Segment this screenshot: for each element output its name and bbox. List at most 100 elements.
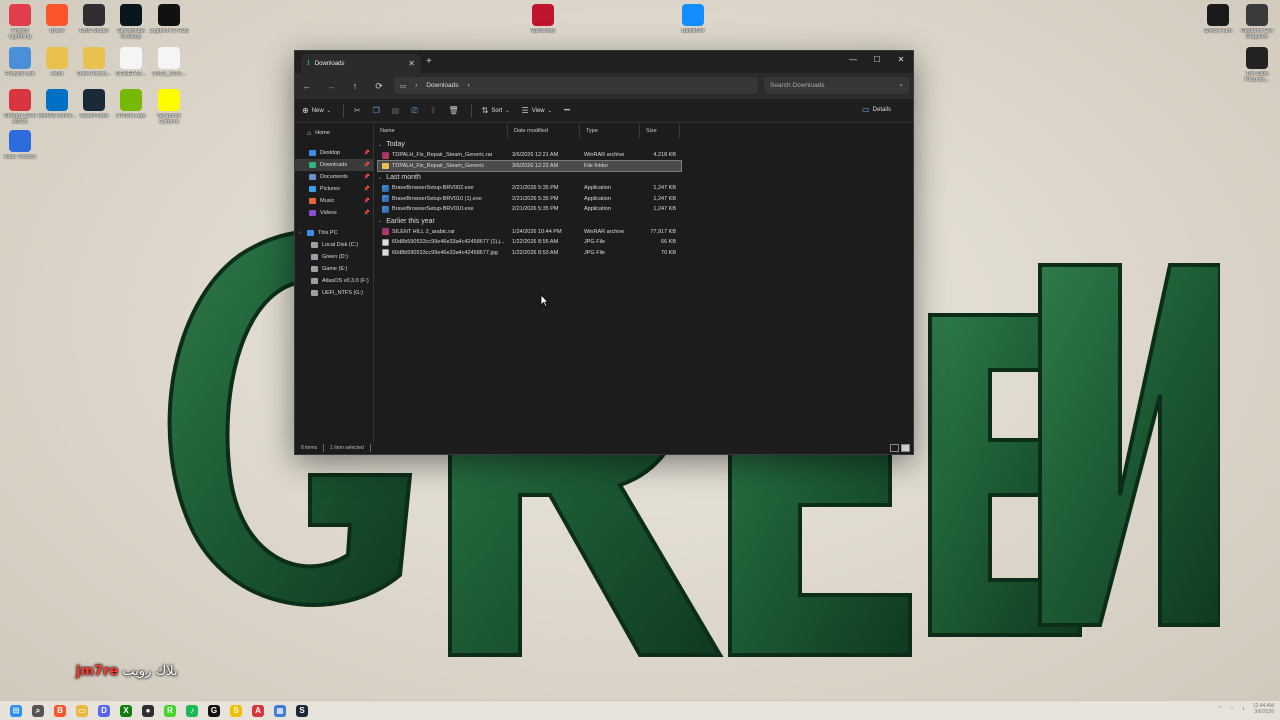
desktop-shortcut[interactable]: D3D1_SCU... [149,47,189,77]
delete-button[interactable]: 🗑 [448,106,458,115]
volume-icon[interactable]: ◖ [1242,706,1245,712]
taskbar-app[interactable]: D [96,703,112,719]
desktop-shortcut[interactable]: Recycle Bin [0,47,40,77]
desktop-shortcut[interactable]: Resident Evil Requiem [1237,4,1277,40]
copy-button[interactable]: ❐ [373,106,380,115]
taskbar-app[interactable]: ♪ [184,703,200,719]
chevron-right-icon[interactable]: › [415,82,417,89]
file-row[interactable]: BraveBrowserSetup-BRV002.exe 2/21/2026 5:… [378,183,681,194]
taskbar-app[interactable]: R [162,703,178,719]
group-header[interactable]: ⌄ Earlier this year [374,216,913,227]
file-row[interactable]: 60d8b590533cc99e46e33a4c42458677 (1).j..… [378,237,681,248]
tab-downloads[interactable]: ⭳ Downloads ✕ [301,54,421,73]
more-options-button[interactable]: ••• [564,108,570,114]
clock[interactable]: 12:44 AM 3/6/2026 [1253,703,1274,715]
taskbar-app[interactable]: ⌕ [30,703,46,719]
taskbar-app[interactable]: S [294,703,310,719]
taskbar-app[interactable]: ● [140,703,156,719]
chevron-down-icon[interactable]: ⌄ [378,142,382,148]
tiles-view-toggle[interactable] [901,444,910,452]
desktop-shortcut[interactable]: The Dark Pictures... [1237,47,1277,83]
nav-item-documents[interactable]: Documents 📌 [295,171,373,183]
group-header[interactable]: ⌄ Last month [374,172,913,183]
paste-button[interactable]: ▤ [392,106,400,115]
column-size[interactable]: Size [640,124,680,138]
close-tab-icon[interactable]: ✕ [408,59,415,68]
file-row[interactable]: SILENT HILL 2_arabic.rar 1/24/2026 10:44 … [378,227,681,238]
desktop-shortcut[interactable]: Ghost Hunt [1198,4,1238,34]
file-row[interactable]: TDPALH_Fix_Repair_Steam_Generic.rar 3/6/2… [378,150,681,161]
nav-home[interactable]: ⌂ Home [295,127,373,139]
taskbar-app[interactable]: B [52,703,68,719]
desktop-shortcut[interactable]: NVIDIA App [111,89,151,119]
desktop-shortcut[interactable]: OBS Studio [74,4,114,34]
search-input[interactable]: Search Downloads [770,82,899,89]
taskbar-app[interactable]: ▭ [74,703,90,719]
chevron-up-icon[interactable]: ^ [1219,706,1221,712]
taskbar-app[interactable]: S [228,703,244,719]
nav-drive[interactable]: AtlasOS v0.3.0 (F:) [295,275,373,287]
desktop-shortcut[interactable]: Stream Deck ASCS [0,89,40,125]
desktop-shortcut[interactable]: Brave [37,4,77,34]
details-pane-button[interactable]: ▭ Details [862,105,891,114]
share-button[interactable]: ⇪ [430,106,437,115]
nav-drive[interactable]: UEFI_NTFS (G:) [295,287,373,299]
chevron-down-icon[interactable]: › [299,230,301,236]
file-row[interactable]: BraveBrowserSetup-BRV010 (1).exe 2/21/202… [378,194,681,205]
new-tab-button[interactable]: + [426,56,432,67]
maximize-button[interactable]: ☐ [865,52,889,66]
desktop-shortcut[interactable]: Streamlabs Desktop [111,4,151,40]
chevron-down-icon[interactable]: ⌄ [378,175,382,181]
column-type[interactable]: Type [580,124,640,138]
nav-item-downloads[interactable]: Downloads 📌 [295,159,373,171]
desktop-shortcut[interactable]: SteamTools [74,89,114,119]
view-button[interactable]: ☰ View ⌄ [522,106,552,115]
nav-drive[interactable]: Game (E:) [295,263,373,275]
nav-this-pc[interactable]: › This PC [295,227,373,239]
desktop-shortcut[interactable]: BattleNet [673,4,713,34]
refresh-button[interactable]: ⟳ [367,81,391,92]
taskbar-app[interactable]: G [206,703,222,719]
desktop-shortcut[interactable]: Dark.Horizo... [74,47,114,77]
nav-item-pictures[interactable]: Pictures 📌 [295,183,373,195]
file-row[interactable]: 60d8b590533cc99e46e33a4c42458677.jpg 1/22… [378,248,681,259]
desktop-shortcut[interactable]: Snapchat Camera [149,89,189,125]
taskbar-app[interactable]: ⊞ [8,703,24,719]
nav-drive[interactable]: Local Disk (C:) [295,239,373,251]
wifi-icon[interactable]: ◠ [1229,706,1233,712]
desktop-shortcut[interactable]: ValoClose [523,4,563,34]
rename-button[interactable]: ⎚ [411,106,417,116]
nav-item-music[interactable]: Music 📌 [295,195,373,207]
chevron-right-icon[interactable]: › [468,82,470,89]
back-button[interactable]: ← [295,81,319,91]
desktop-shortcut[interactable]: DRUEPA2... [111,47,151,77]
nav-drive[interactable]: Green (D:) [295,251,373,263]
taskbar-app[interactable]: X [118,703,134,719]
chevron-down-icon[interactable]: ⌄ [378,218,382,224]
group-header[interactable]: ⌄ Today [374,139,913,150]
minimize-button[interactable]: — [841,52,865,66]
desktop-shortcut[interactable]: Project Lightning [0,4,40,40]
search-box[interactable]: Search Downloads ⌕ [764,77,909,94]
desktop-shortcut[interactable]: Atlas Toolbox [0,130,40,160]
new-button[interactable]: ⊕ New ⌄ [302,106,331,115]
desktop-shortcut[interactable]: Intel(R) Driver... [37,89,77,119]
details-view-toggle[interactable] [890,444,899,452]
nav-item-videos[interactable]: Videos 📌 [295,207,373,219]
desktop-shortcut[interactable]: Logitech G HUB [149,4,189,34]
file-row[interactable]: BraveBrowserSetup-BRV010.exe 2/21/2026 5:… [378,204,681,215]
cut-button[interactable]: ✂ [354,106,361,115]
column-name[interactable]: Name [374,124,508,138]
taskbar-app[interactable]: ▦ [272,703,288,719]
file-row[interactable]: TDPALH_Fix_Repair_Steam_Generic 3/6/2026 … [377,159,682,172]
sort-button[interactable]: ⇅ Sort ⌄ [482,106,510,115]
column-date-modified[interactable]: Date modified [508,124,580,138]
breadcrumb[interactable]: ▭ › Downloads › [394,77,758,94]
close-window-button[interactable]: ✕ [889,52,913,66]
up-button[interactable]: ↑ [343,81,367,91]
desktop-shortcut[interactable]: Atlas [37,47,77,77]
breadcrumb-downloads[interactable]: Downloads [426,82,458,89]
taskbar-app[interactable]: A [250,703,266,719]
forward-button[interactable]: → [319,81,343,91]
nav-item-desktop[interactable]: Desktop 📌 [295,147,373,159]
